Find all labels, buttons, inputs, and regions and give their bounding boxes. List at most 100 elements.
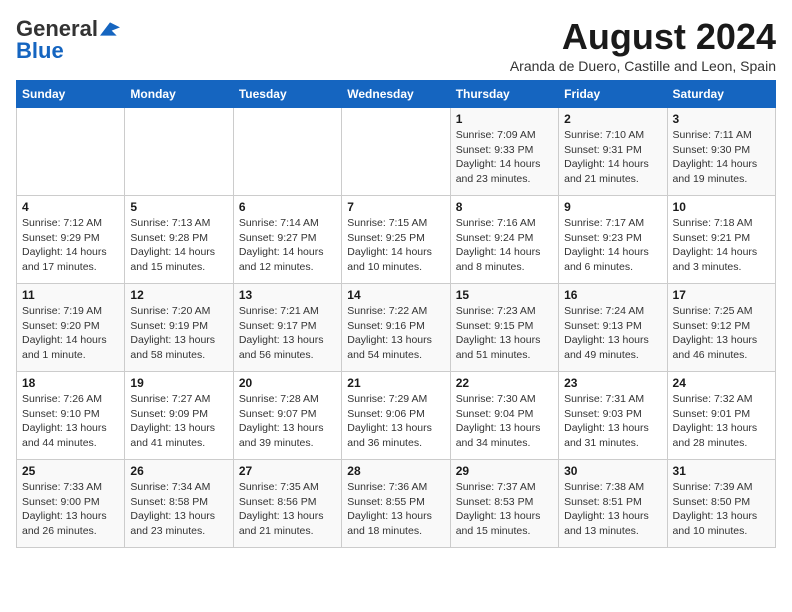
day-detail: Sunrise: 7:32 AM Sunset: 9:01 PM Dayligh…	[673, 392, 770, 451]
day-detail: Sunrise: 7:39 AM Sunset: 8:50 PM Dayligh…	[673, 480, 770, 539]
calendar-week-row: 18 Sunrise: 7:26 AM Sunset: 9:10 PM Dayli…	[17, 372, 776, 460]
day-number: 7	[347, 200, 444, 214]
day-number: 6	[239, 200, 336, 214]
logo-bird-icon	[100, 22, 120, 36]
day-detail: Sunrise: 7:10 AM Sunset: 9:31 PM Dayligh…	[564, 128, 661, 187]
day-detail: Sunrise: 7:17 AM Sunset: 9:23 PM Dayligh…	[564, 216, 661, 275]
calendar-cell: 23 Sunrise: 7:31 AM Sunset: 9:03 PM Dayli…	[559, 372, 667, 460]
logo: General Blue	[16, 16, 120, 64]
header-thursday: Thursday	[450, 81, 558, 108]
day-detail: Sunrise: 7:13 AM Sunset: 9:28 PM Dayligh…	[130, 216, 227, 275]
page-header: General Blue August 2024 Aranda de Duero…	[16, 16, 776, 74]
header-wednesday: Wednesday	[342, 81, 450, 108]
calendar-header-row: SundayMondayTuesdayWednesdayThursdayFrid…	[17, 81, 776, 108]
title-area: August 2024 Aranda de Duero, Castille an…	[510, 16, 776, 74]
day-number: 16	[564, 288, 661, 302]
calendar-table: SundayMondayTuesdayWednesdayThursdayFrid…	[16, 80, 776, 548]
location-subtitle: Aranda de Duero, Castille and Leon, Spai…	[510, 58, 776, 74]
day-detail: Sunrise: 7:09 AM Sunset: 9:33 PM Dayligh…	[456, 128, 553, 187]
day-detail: Sunrise: 7:20 AM Sunset: 9:19 PM Dayligh…	[130, 304, 227, 363]
day-detail: Sunrise: 7:19 AM Sunset: 9:20 PM Dayligh…	[22, 304, 119, 363]
calendar-cell: 19Sunrise: 7:27 AM Sunset: 9:09 PM Dayli…	[125, 372, 233, 460]
calendar-cell	[342, 108, 450, 196]
calendar-cell: 17Sunrise: 7:25 AM Sunset: 9:12 PM Dayli…	[667, 284, 775, 372]
calendar-cell: 26 Sunrise: 7:34 AM Sunset: 8:58 PM Dayli…	[125, 460, 233, 548]
day-number: 30	[564, 464, 661, 478]
day-number: 1	[456, 112, 553, 126]
header-sunday: Sunday	[17, 81, 125, 108]
calendar-cell: 13 Sunrise: 7:21 AM Sunset: 9:17 PM Dayli…	[233, 284, 341, 372]
calendar-cell: 15Sunrise: 7:23 AM Sunset: 9:15 PM Dayli…	[450, 284, 558, 372]
calendar-cell: 24 Sunrise: 7:32 AM Sunset: 9:01 PM Dayli…	[667, 372, 775, 460]
calendar-week-row: 25 Sunrise: 7:33 AM Sunset: 9:00 PM Dayli…	[17, 460, 776, 548]
day-number: 2	[564, 112, 661, 126]
day-number: 13	[239, 288, 336, 302]
calendar-cell: 22Sunrise: 7:30 AM Sunset: 9:04 PM Dayli…	[450, 372, 558, 460]
day-number: 3	[673, 112, 770, 126]
day-detail: Sunrise: 7:26 AM Sunset: 9:10 PM Dayligh…	[22, 392, 119, 451]
calendar-cell: 7Sunrise: 7:15 AM Sunset: 9:25 PM Daylig…	[342, 196, 450, 284]
day-detail: Sunrise: 7:29 AM Sunset: 9:06 PM Dayligh…	[347, 392, 444, 451]
day-number: 24	[673, 376, 770, 390]
calendar-cell: 5 Sunrise: 7:13 AM Sunset: 9:28 PM Daylig…	[125, 196, 233, 284]
calendar-cell: 28Sunrise: 7:36 AM Sunset: 8:55 PM Dayli…	[342, 460, 450, 548]
day-number: 25	[22, 464, 119, 478]
calendar-cell	[17, 108, 125, 196]
calendar-cell: 2 Sunrise: 7:10 AM Sunset: 9:31 PM Daylig…	[559, 108, 667, 196]
day-detail: Sunrise: 7:38 AM Sunset: 8:51 PM Dayligh…	[564, 480, 661, 539]
calendar-cell: 4 Sunrise: 7:12 AM Sunset: 9:29 PM Daylig…	[17, 196, 125, 284]
day-number: 5	[130, 200, 227, 214]
calendar-cell: 27Sunrise: 7:35 AM Sunset: 8:56 PM Dayli…	[233, 460, 341, 548]
day-number: 14	[347, 288, 444, 302]
day-detail: Sunrise: 7:22 AM Sunset: 9:16 PM Dayligh…	[347, 304, 444, 363]
calendar-cell: 1 Sunrise: 7:09 AM Sunset: 9:33 PM Daylig…	[450, 108, 558, 196]
day-number: 12	[130, 288, 227, 302]
calendar-week-row: 4 Sunrise: 7:12 AM Sunset: 9:29 PM Daylig…	[17, 196, 776, 284]
day-number: 23	[564, 376, 661, 390]
day-number: 21	[347, 376, 444, 390]
day-number: 22	[456, 376, 553, 390]
day-number: 18	[22, 376, 119, 390]
calendar-cell	[125, 108, 233, 196]
calendar-cell: 25 Sunrise: 7:33 AM Sunset: 9:00 PM Dayli…	[17, 460, 125, 548]
day-detail: Sunrise: 7:27 AM Sunset: 9:09 PM Dayligh…	[130, 392, 227, 451]
day-number: 26	[130, 464, 227, 478]
day-detail: Sunrise: 7:31 AM Sunset: 9:03 PM Dayligh…	[564, 392, 661, 451]
day-detail: Sunrise: 7:24 AM Sunset: 9:13 PM Dayligh…	[564, 304, 661, 363]
day-number: 11	[22, 288, 119, 302]
day-detail: Sunrise: 7:18 AM Sunset: 9:21 PM Dayligh…	[673, 216, 770, 275]
calendar-cell: 6 Sunrise: 7:14 AM Sunset: 9:27 PM Daylig…	[233, 196, 341, 284]
calendar-cell: 16 Sunrise: 7:24 AM Sunset: 9:13 PM Dayli…	[559, 284, 667, 372]
calendar-cell: 10 Sunrise: 7:18 AM Sunset: 9:21 PM Dayli…	[667, 196, 775, 284]
day-detail: Sunrise: 7:12 AM Sunset: 9:29 PM Dayligh…	[22, 216, 119, 275]
day-number: 27	[239, 464, 336, 478]
day-detail: Sunrise: 7:33 AM Sunset: 9:00 PM Dayligh…	[22, 480, 119, 539]
day-number: 10	[673, 200, 770, 214]
header-friday: Friday	[559, 81, 667, 108]
day-detail: Sunrise: 7:11 AM Sunset: 9:30 PM Dayligh…	[673, 128, 770, 187]
calendar-cell	[233, 108, 341, 196]
day-detail: Sunrise: 7:36 AM Sunset: 8:55 PM Dayligh…	[347, 480, 444, 539]
day-number: 4	[22, 200, 119, 214]
day-number: 29	[456, 464, 553, 478]
header-tuesday: Tuesday	[233, 81, 341, 108]
month-year-title: August 2024	[510, 16, 776, 58]
header-saturday: Saturday	[667, 81, 775, 108]
day-number: 31	[673, 464, 770, 478]
calendar-cell: 21 Sunrise: 7:29 AM Sunset: 9:06 PM Dayli…	[342, 372, 450, 460]
day-detail: Sunrise: 7:34 AM Sunset: 8:58 PM Dayligh…	[130, 480, 227, 539]
day-detail: Sunrise: 7:14 AM Sunset: 9:27 PM Dayligh…	[239, 216, 336, 275]
day-detail: Sunrise: 7:21 AM Sunset: 9:17 PM Dayligh…	[239, 304, 336, 363]
calendar-week-row: 1 Sunrise: 7:09 AM Sunset: 9:33 PM Daylig…	[17, 108, 776, 196]
calendar-cell: 11 Sunrise: 7:19 AM Sunset: 9:20 PM Dayli…	[17, 284, 125, 372]
day-detail: Sunrise: 7:37 AM Sunset: 8:53 PM Dayligh…	[456, 480, 553, 539]
logo-blue: Blue	[16, 38, 64, 64]
calendar-cell: 9Sunrise: 7:17 AM Sunset: 9:23 PM Daylig…	[559, 196, 667, 284]
header-monday: Monday	[125, 81, 233, 108]
calendar-cell: 8Sunrise: 7:16 AM Sunset: 9:24 PM Daylig…	[450, 196, 558, 284]
day-detail: Sunrise: 7:23 AM Sunset: 9:15 PM Dayligh…	[456, 304, 553, 363]
calendar-cell: 31 Sunrise: 7:39 AM Sunset: 8:50 PM Dayli…	[667, 460, 775, 548]
day-number: 17	[673, 288, 770, 302]
calendar-cell: 12 Sunrise: 7:20 AM Sunset: 9:19 PM Dayli…	[125, 284, 233, 372]
calendar-cell: 20Sunrise: 7:28 AM Sunset: 9:07 PM Dayli…	[233, 372, 341, 460]
